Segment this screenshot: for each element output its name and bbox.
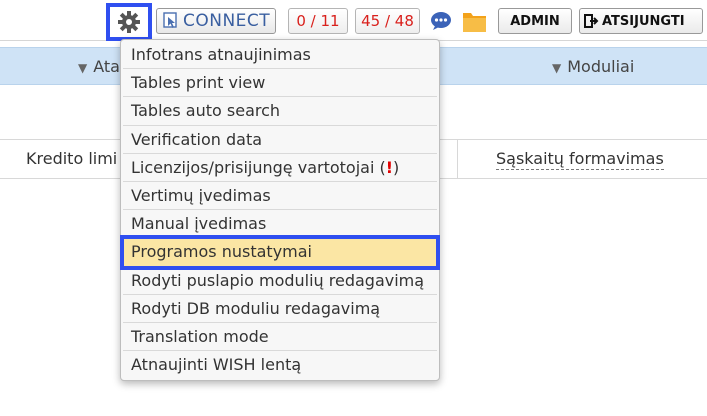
- triangle-down-icon: ▼: [552, 61, 562, 75]
- logout-icon: [584, 14, 599, 28]
- settings-dropdown-menu: Infotrans atnaujinimas Tables print view…: [120, 39, 440, 381]
- menu-item-update-wish-board[interactable]: Atnaujinti WISH lentą: [123, 351, 437, 380]
- gear-icon: [118, 11, 140, 33]
- nav-item-moduliai-label: Moduliai: [567, 57, 635, 76]
- menu-item-page-module-editing[interactable]: Rodyti puslapio modulių redagavimą: [123, 266, 437, 295]
- menu-item-label: Rodyti puslapio modulių redagavimą: [131, 270, 425, 290]
- triangle-down-icon: ▼: [78, 61, 88, 75]
- nav-item-moduliai[interactable]: ▼ Moduliai: [552, 57, 634, 76]
- menu-item-licenses-users[interactable]: Licenzijos/prisijungę vartotojai (!): [123, 153, 437, 182]
- tab-divider: [457, 140, 458, 178]
- nav-item-left[interactable]: ▼ Ata: [78, 57, 120, 76]
- warning-icon: !: [385, 157, 394, 177]
- menu-item-verification-data[interactable]: Verification data: [123, 125, 437, 154]
- logout-label: ATSIJUNGTI: [602, 13, 685, 29]
- warning-paren-close: ): [393, 157, 400, 177]
- menu-item-label: Programos nustatymai: [131, 242, 312, 262]
- top-toolbar: CONNECT 0 / 11 45 / 48 ADMIN ATSIJUNGTI: [0, 0, 707, 41]
- menu-item-label: Translation mode: [131, 326, 269, 346]
- logout-button[interactable]: ATSIJUNGTI: [579, 8, 703, 34]
- cursor-window-icon: [163, 12, 177, 28]
- counter-badge-b[interactable]: 45 / 48: [355, 8, 420, 34]
- connect-button[interactable]: CONNECT: [156, 8, 276, 34]
- menu-item-label: Licenzijos/prisijungę vartotojai: [131, 157, 375, 177]
- menu-item-db-module-editing[interactable]: Rodyti DB moduliu redagavimą: [123, 294, 437, 323]
- menu-item-tables-print-view[interactable]: Tables print view: [123, 69, 437, 98]
- menu-item-program-settings[interactable]: Programos nustatymai: [120, 235, 440, 270]
- menu-item-manual-entry[interactable]: Manual įvedimas: [123, 210, 437, 239]
- tab-kredito-limit[interactable]: Kredito limi: [26, 149, 117, 168]
- menu-item-label: Vertimų įvedimas: [131, 185, 271, 205]
- menu-item-label: Tables print view: [131, 73, 266, 93]
- menu-item-label: Tables auto search: [131, 101, 281, 121]
- menu-item-label: Manual įvedimas: [131, 214, 267, 234]
- counter-badge-a[interactable]: 0 / 11: [288, 8, 348, 34]
- menu-item-tables-auto-search[interactable]: Tables auto search: [123, 97, 437, 126]
- chat-bubble-icon[interactable]: [430, 11, 452, 31]
- connect-label: CONNECT: [183, 11, 271, 31]
- menu-item-label: Rodyti DB moduliu redagavimą: [131, 298, 381, 318]
- menu-item-label: Verification data: [131, 129, 263, 149]
- admin-button[interactable]: ADMIN: [498, 8, 572, 34]
- settings-button[interactable]: [106, 3, 152, 41]
- folder-icon[interactable]: [461, 8, 488, 35]
- menu-item-translations-entry[interactable]: Vertimų įvedimas: [123, 181, 437, 211]
- menu-item-translation-mode[interactable]: Translation mode: [123, 322, 437, 352]
- menu-item-label: Infotrans atnaujinimas: [131, 45, 311, 64]
- tab-saskaitu-formavimas[interactable]: Sąskaitų formavimas: [496, 149, 664, 170]
- menu-item-infotrans-update[interactable]: Infotrans atnaujinimas: [123, 41, 437, 70]
- nav-item-left-label: Ata: [93, 57, 120, 76]
- menu-item-label: Atnaujinti WISH lentą: [131, 355, 302, 375]
